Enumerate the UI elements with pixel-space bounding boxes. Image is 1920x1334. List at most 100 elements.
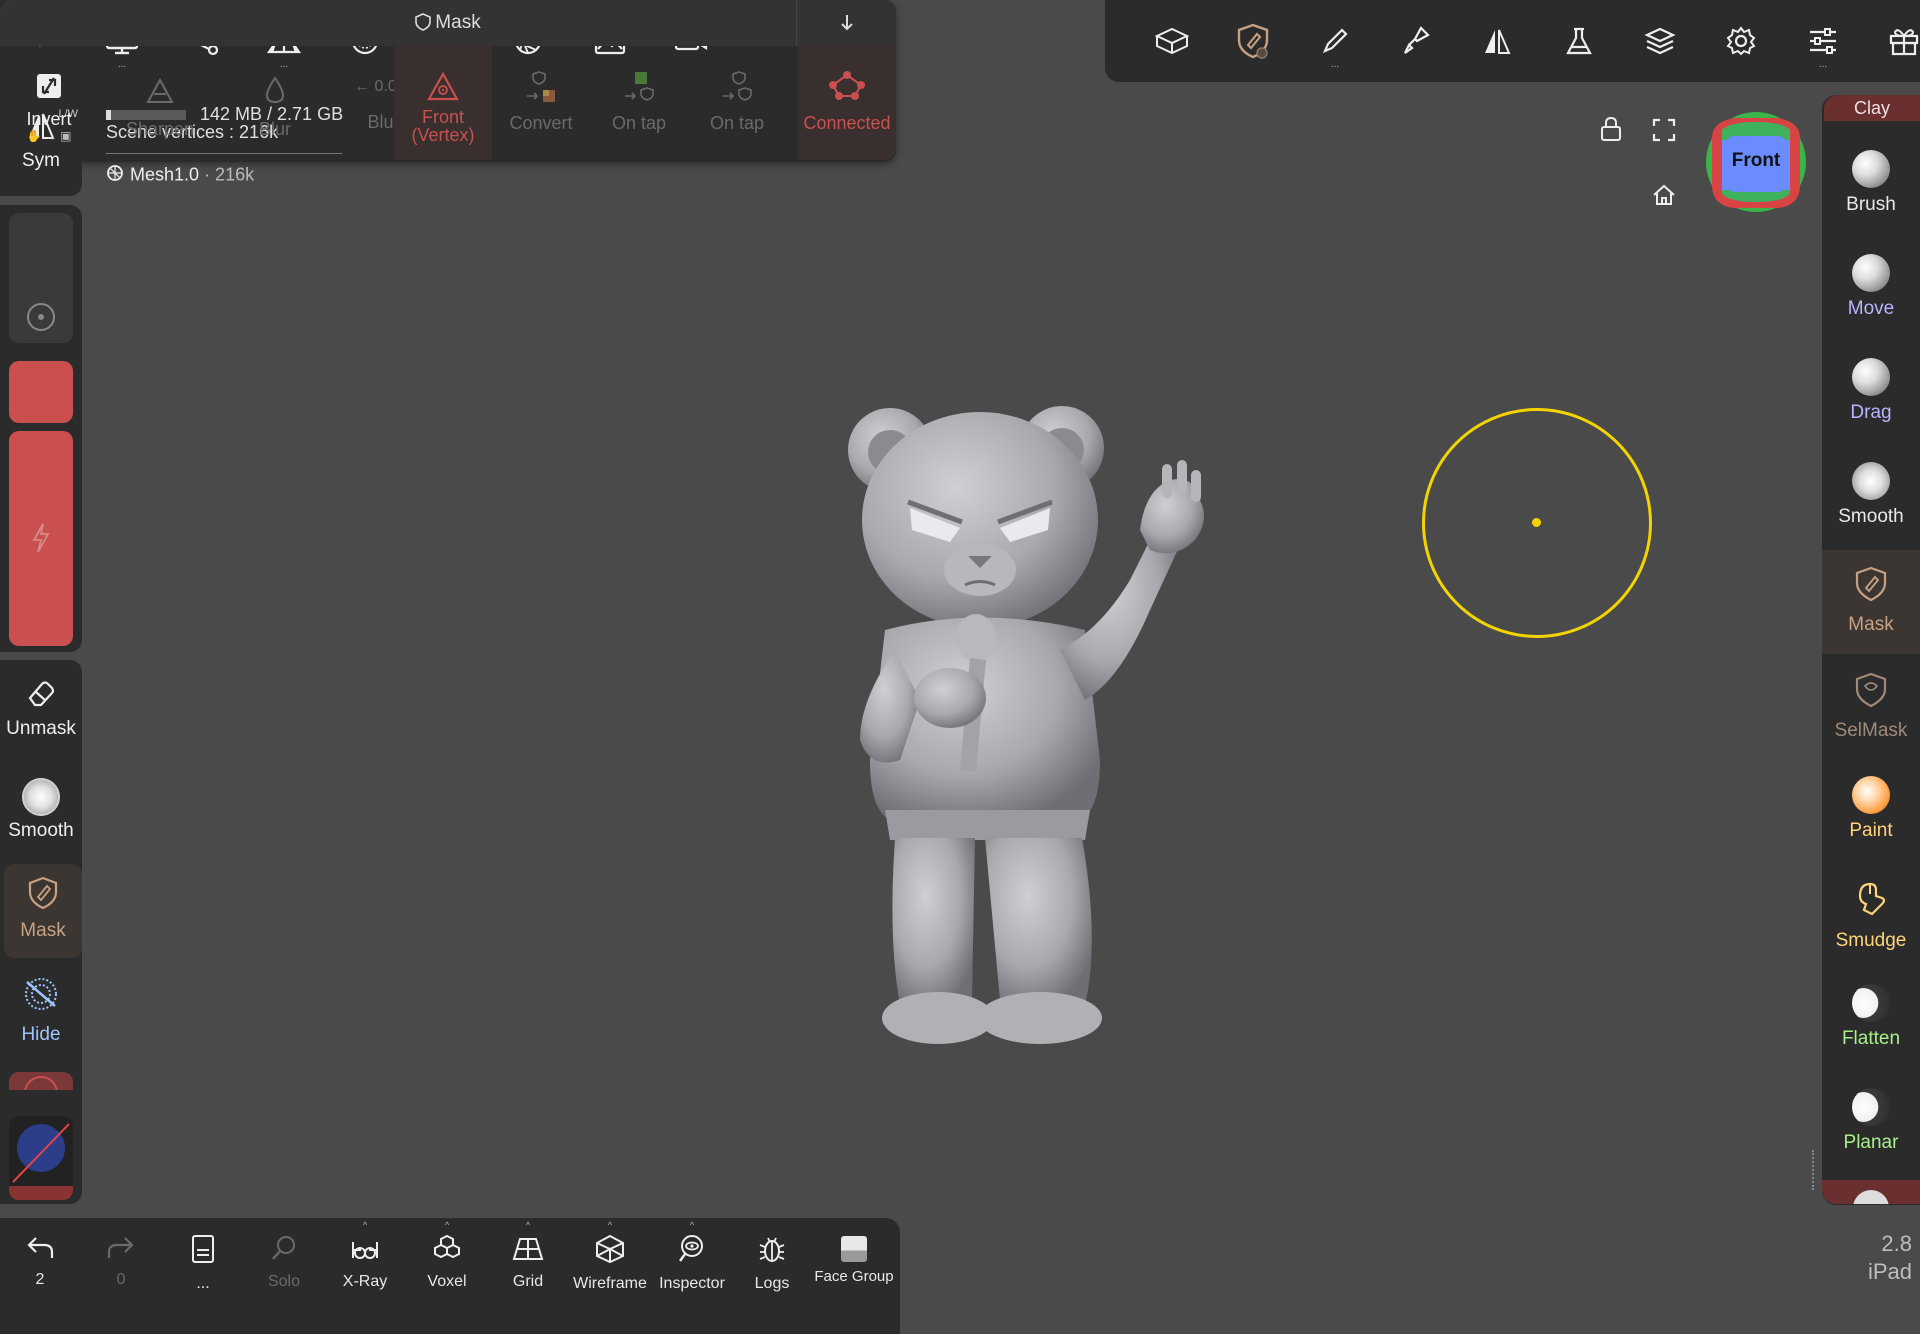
files-icon [192,1235,214,1263]
connected-label: Connected [803,113,891,133]
flatten-tool[interactable]: Flatten [1822,984,1920,1050]
front-vertex-button[interactable]: Front (Vertex) [394,46,492,160]
smooth-button-left[interactable]: Smooth [0,778,82,842]
front-sub-label: (Vertex) [411,125,475,145]
move-sphere-icon [1852,254,1890,292]
eraser-icon [28,681,55,707]
brush-tool[interactable]: Brush [1822,150,1920,216]
voxel-icon [434,1234,460,1259]
mask-tool-panel: Mask Invert ✋ → ▣ Sharpen Blur ← 0.0 % →… [0,0,896,162]
wireframe-label: Wireframe [573,1275,647,1292]
settings-icon[interactable] [1716,16,1766,66]
inspector-button[interactable]: ^ Inspector [651,1220,733,1293]
drag-label: Drag [1850,402,1892,423]
painting-icon[interactable] [1391,16,1441,66]
app-version: 2.8 iPad [1846,1230,1912,1286]
on-tap-label-1: On tap [611,113,667,133]
grid-button[interactable]: ^ Grid [488,1220,568,1291]
mesh-name: Mesh1.0 [130,164,200,185]
undo-icon [27,1237,54,1258]
smooth-label: Smooth [1838,506,1904,527]
bug-icon [759,1237,785,1262]
solo-button[interactable]: Solo [244,1230,324,1291]
view-cube-gizmo[interactable]: Front [1704,110,1808,214]
mask-panel-header[interactable]: Mask [0,0,896,46]
tool-category-label: Clay [1853,98,1890,118]
smooth-label-left: Smooth [8,820,74,841]
redo-button[interactable]: 0 [81,1230,161,1289]
beaker-icon[interactable] [1554,16,1604,66]
right-column-drag-handle[interactable] [1812,1150,1818,1190]
xray-label: X-Ray [342,1273,388,1290]
brush-radius-slider[interactable] [9,213,73,343]
lock-camera-icon[interactable] [1600,116,1622,147]
smudge-icon [1858,882,1886,916]
mask-tool-icon[interactable] [1228,16,1278,66]
redo-icon [107,1237,134,1258]
brush-sphere-icon [1852,150,1890,188]
front-label: Front [421,107,464,127]
face-group-button[interactable]: Face Group [814,1230,894,1285]
paint-tool[interactable]: Paint [1822,776,1920,842]
mask-shield-icon [1855,566,1887,602]
redo-count: 0 [116,1271,126,1288]
sculpt-model-bear[interactable] [800,380,1240,1060]
logs-button[interactable]: Logs [732,1230,812,1293]
move-tool[interactable]: Move [1822,254,1920,320]
inspector-icon [679,1235,703,1262]
gift-icon[interactable] [1879,16,1920,66]
tool-category-clay[interactable]: Clay [1824,95,1920,121]
planar-tool[interactable]: Planar [1822,1088,1920,1154]
home-view-icon[interactable] [1652,184,1676,211]
mask-button-left[interactable]: Mask [4,864,82,958]
sliders-icon[interactable]: ... [1798,16,1848,70]
wireframe-button[interactable]: ^ Wireframe [570,1220,650,1293]
intensity-icon [32,523,50,553]
face-group-icon [841,1236,867,1262]
on-tap-color-button[interactable]: On tap [590,48,688,160]
paint-color-swatch[interactable] [9,1116,73,1200]
left-scroll-more[interactable] [9,1072,73,1090]
files-button[interactable]: ... [163,1230,243,1293]
selmask-icon [1855,672,1887,708]
undo-count: 2 [35,1271,45,1288]
connected-button[interactable]: Connected [798,46,896,160]
convert-button[interactable]: Convert [492,48,590,160]
undo-button[interactable]: 2 [0,1230,80,1289]
flatten-sphere-icon [1852,984,1890,1022]
grid-label: Grid [512,1273,544,1290]
selmask-label: SelMask [1834,720,1908,741]
brush-radius-fill[interactable] [9,361,73,423]
unmask-label: Unmask [6,718,76,739]
voxel-button[interactable]: ^ Voxel [407,1220,487,1291]
invert-icon [37,74,61,98]
mesh-vertices: · 216k [204,164,255,185]
on-tap-group-button[interactable]: On tap [688,48,786,160]
drag-tool[interactable]: Drag [1822,358,1920,424]
smudge-label: Smudge [1835,930,1907,951]
box-tools-icon[interactable] [1147,16,1197,66]
stroke-icon[interactable]: ... [1310,16,1360,70]
mesh-row[interactable]: Mesh1.0 · 216k [106,164,254,187]
right-column-scroll-indicator[interactable] [1822,1180,1920,1204]
layers-icon[interactable] [1635,16,1685,66]
radius-indicator-icon [27,303,55,331]
smooth-tool[interactable]: Smooth [1822,462,1920,528]
smooth-sphere-icon [1852,462,1890,500]
xray-icon [352,1242,378,1259]
fullscreen-icon[interactable] [1652,118,1676,147]
brush-intensity-slider[interactable] [9,431,73,646]
paint-sphere-icon [1852,776,1890,814]
smudge-tool[interactable]: Smudge [1822,880,1920,952]
selmask-tool[interactable]: SelMask [1822,672,1920,742]
collapse-panel-button[interactable] [796,0,897,46]
connected-icon [829,71,865,100]
wireframe-icon [596,1234,624,1264]
files-label: ... [196,1275,210,1292]
symmetry-icon[interactable] [1472,16,1522,66]
hide-button[interactable]: Hide [0,974,82,1046]
unmask-button[interactable]: Unmask [0,678,82,740]
xray-button[interactable]: ^ X-Ray [325,1220,405,1291]
solo-icon [272,1236,295,1260]
mask-tool[interactable]: Mask [1822,550,1920,654]
